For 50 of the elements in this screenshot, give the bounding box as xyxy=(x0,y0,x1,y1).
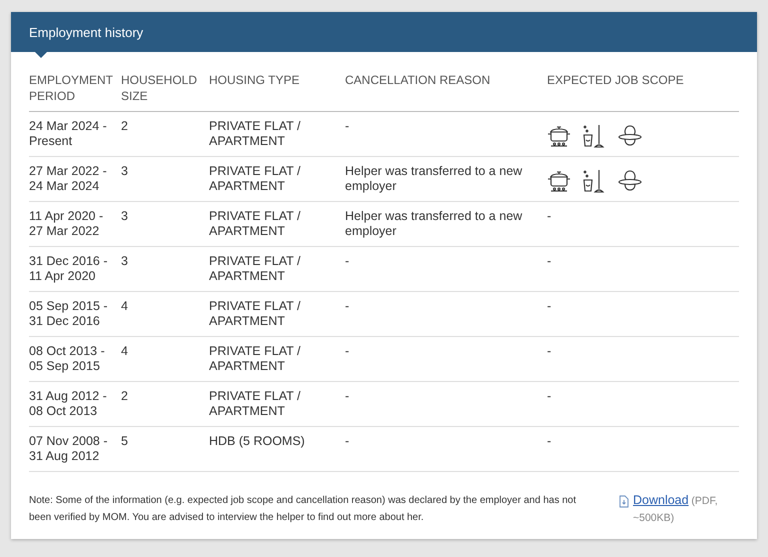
column-header: EMPLOYMENT PERIOD xyxy=(29,72,121,112)
table-cell: PRIVATE FLAT / APARTMENT xyxy=(209,112,345,157)
table-cell: 3 xyxy=(121,157,209,202)
table-cell: Helper was transferred to a new employer xyxy=(345,202,547,247)
table-cell: PRIVATE FLAT / APARTMENT xyxy=(209,247,345,292)
table-cell: 2 xyxy=(121,382,209,427)
table-cell: 3 xyxy=(121,247,209,292)
table-cell: - xyxy=(547,292,739,337)
table-cell: - xyxy=(345,292,547,337)
table-cell: 31 Aug 2012 - 08 Oct 2013 xyxy=(29,382,121,427)
table-cell: 27 Mar 2022 - 24 Mar 2024 xyxy=(29,157,121,202)
column-header: HOUSING TYPE xyxy=(209,72,345,112)
table-cell: PRIVATE FLAT / APARTMENT xyxy=(209,292,345,337)
bucket-and-mop-icon xyxy=(581,168,607,194)
table-cell: 4 xyxy=(121,337,209,382)
table-cell: - xyxy=(547,382,739,427)
column-header: EXPECTED JOB SCOPE xyxy=(547,72,739,112)
table-cell: - xyxy=(547,247,739,292)
table-cell: 4 xyxy=(121,292,209,337)
note-text: Note: Some of the information (e.g. expected job scope and cancellation reason) was declared by the employer and has not been verified by MOM. You are advised to interview the helper to find out more about her. xyxy=(29,494,577,525)
table-cell: 11 Apr 2020 - 27 Mar 2022 xyxy=(29,202,121,247)
table-cell: 08 Oct 2013 - 05 Sep 2015 xyxy=(29,337,121,382)
table-cell: PRIVATE FLAT / APARTMENT xyxy=(209,202,345,247)
table-cell: - xyxy=(345,427,547,472)
table-cell: 3 xyxy=(121,202,209,247)
document-icon xyxy=(619,495,629,508)
column-header: CANCELLATION REASON xyxy=(345,72,547,112)
table-cell: 05 Sep 2015 - 31 Dec 2016 xyxy=(29,292,121,337)
bucket-and-mop-icon xyxy=(581,123,607,149)
download-text: Download (PDF, ~500KB) xyxy=(633,492,719,526)
table-cell: 07 Nov 2008 - 31 Aug 2012 xyxy=(29,427,121,472)
table-cell: - xyxy=(547,202,739,247)
column-header: HOUSEHOLD SIZE xyxy=(121,72,209,112)
table-cell: Helper was transferred to a new employer xyxy=(345,157,547,202)
table-cell: PRIVATE FLAT / APARTMENT xyxy=(209,337,345,382)
table-cell: - xyxy=(345,337,547,382)
table-cell: - xyxy=(345,382,547,427)
table-cell: PRIVATE FLAT / APARTMENT xyxy=(209,157,345,202)
table-cell: - xyxy=(345,112,547,157)
table-cell: - xyxy=(345,247,547,292)
table-cell: - xyxy=(547,427,739,472)
table-cell: HDB (5 ROOMS) xyxy=(209,427,345,472)
panel-title: Employment history xyxy=(29,24,144,40)
table-cell: 24 Mar 2024 - Present xyxy=(29,112,121,157)
table-cell: 5 xyxy=(121,427,209,472)
table-cell: PRIVATE FLAT / APARTMENT xyxy=(209,382,345,427)
table-cell: - xyxy=(547,337,739,382)
table-cell: 31 Dec 2016 - 11 Apr 2020 xyxy=(29,247,121,292)
table-cell: 2 xyxy=(121,112,209,157)
download-link[interactable]: Download xyxy=(633,493,689,507)
